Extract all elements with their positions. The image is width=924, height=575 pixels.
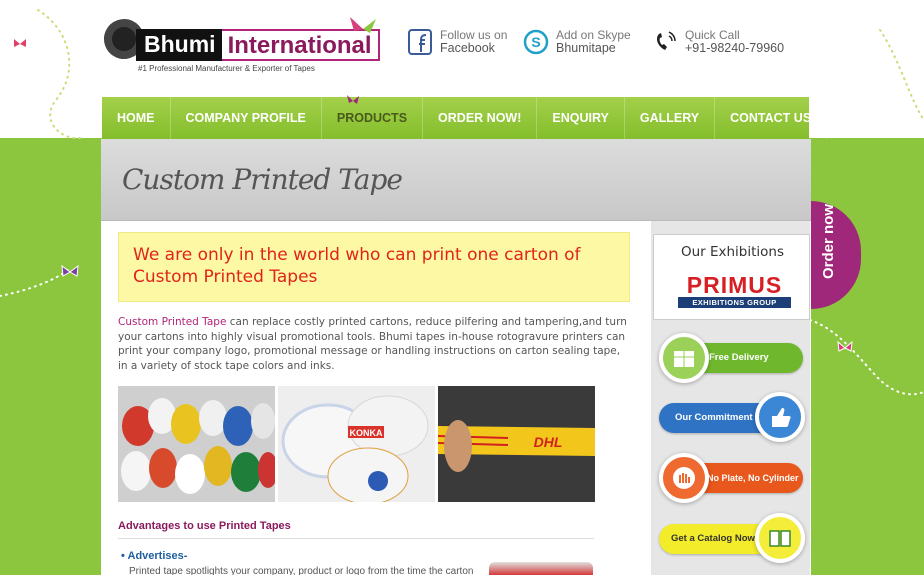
- thumbs-up-icon: [755, 392, 805, 442]
- photo-gallery: KONKA DHL: [118, 386, 595, 502]
- nav-order-now[interactable]: ORDER NOW!: [423, 97, 538, 139]
- dhl-printed-tape-image[interactable]: DHL: [438, 386, 595, 502]
- advantage-item: • Advertises-: [121, 550, 188, 562]
- right-sidebar: Our Exhibitions PRIMUS EXHIBITIONS GROUP…: [651, 221, 810, 575]
- advantage-text: Printed tape spotlights your company, pr…: [129, 566, 474, 575]
- phone-icon: [651, 28, 679, 56]
- page-title: Custom Printed Tape: [122, 163, 403, 196]
- nav-company-profile[interactable]: COMPANY PROFILE: [171, 97, 322, 139]
- nav-gallery[interactable]: GALLERY: [625, 97, 716, 139]
- advantages-heading: Advantages to use Printed Tapes: [118, 520, 594, 539]
- advantage-image: [489, 562, 593, 575]
- svg-text:KONKA: KONKA: [350, 428, 383, 438]
- nav-contact-us[interactable]: CONTACT US: [715, 97, 828, 139]
- intro-lead: Custom Printed Tape: [118, 316, 227, 328]
- skype-icon: S: [522, 28, 550, 56]
- title-band: Custom Printed Tape: [101, 139, 811, 221]
- facebook-icon: [406, 28, 434, 56]
- logo-tagline: #1 Professional Manufacturer & Exporter …: [138, 64, 315, 73]
- book-icon: [755, 513, 805, 563]
- skype-link[interactable]: S Add on Skype Bhumitape: [522, 28, 631, 56]
- order-now-label: Order now: [820, 203, 837, 279]
- svg-text:DHL: DHL: [534, 434, 563, 450]
- nav-home[interactable]: HOME: [102, 97, 171, 139]
- brand-logo[interactable]: Bhumi International #1 Professional Manu…: [98, 13, 382, 79]
- boxes-icon: [659, 333, 709, 383]
- facebook-link[interactable]: Follow us on Facebook: [406, 28, 507, 56]
- butterfly-icon: [346, 95, 359, 104]
- stop-hand-icon: [659, 453, 709, 503]
- logo-name-part1: Bhumi: [136, 29, 222, 61]
- exhibitions-title: Our Exhibitions: [680, 244, 785, 260]
- facebook-line2: Facebook: [440, 41, 495, 55]
- nav-products-label: PRODUCTS: [336, 111, 408, 125]
- nav-enquiry[interactable]: ENQUIRY: [537, 97, 625, 139]
- nav-products[interactable]: PRODUCTS: [322, 95, 424, 139]
- phone-link[interactable]: Quick Call +91-98240-79960: [651, 28, 784, 56]
- butterfly-icon: [350, 17, 376, 33]
- primus-logo: PRIMUS: [686, 272, 783, 298]
- phone-line2: +91-98240-79960: [685, 41, 785, 55]
- intro-paragraph: Custom Printed Tape can replace costly p…: [118, 315, 630, 373]
- butterfly-icon: [14, 39, 26, 47]
- konka-printed-tape-rolls-image[interactable]: KONKA: [278, 386, 435, 502]
- skype-line2: Bhumitape: [556, 41, 616, 55]
- main-nav: HOME COMPANY PROFILE PRODUCTS ORDER NOW!…: [102, 95, 828, 139]
- highlight-box: We are only in the world who can print o…: [118, 232, 630, 302]
- exhibitions-box[interactable]: Our Exhibitions PRIMUS EXHIBITIONS GROUP: [653, 234, 810, 320]
- assorted-printed-tape-rolls-image[interactable]: [118, 386, 275, 502]
- primus-subtitle: EXHIBITIONS GROUP: [678, 297, 791, 308]
- advantage-item-label: Advertises-: [127, 550, 188, 562]
- svg-text:S: S: [531, 34, 540, 50]
